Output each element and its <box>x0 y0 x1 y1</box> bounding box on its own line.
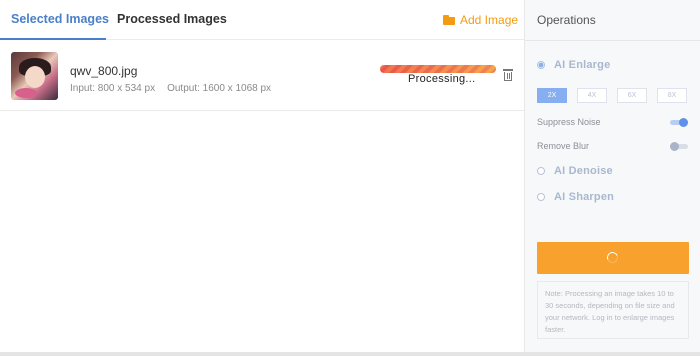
operations-title: Operations <box>537 13 596 27</box>
tab-selected-images[interactable]: Selected Images <box>11 12 109 26</box>
image-tabs: Selected Images Processed Images Add Ima… <box>0 0 524 40</box>
add-image-label: Add Image <box>460 13 519 27</box>
ai-enlarge-radio[interactable] <box>537 61 545 69</box>
scale-2x-button[interactable]: 2X <box>537 88 567 103</box>
add-image-button[interactable]: Add Image <box>443 11 518 29</box>
processing-progress-bar <box>380 65 496 73</box>
ai-denoise-label[interactable]: AI Denoise <box>554 165 613 177</box>
ai-denoise-radio[interactable] <box>537 167 545 175</box>
ai-enlarge-label[interactable]: AI Enlarge <box>554 59 610 71</box>
image-row: qwv_800.jpg Input: 800 x 534 px Output: 1… <box>0 41 524 111</box>
loading-spinner-icon <box>605 250 620 265</box>
processing-status: Processing... <box>408 73 476 85</box>
suppress-noise-toggle[interactable] <box>670 118 688 127</box>
processing-note: Note: Processing an image takes 10 to 30… <box>537 281 689 339</box>
ai-sharpen-label[interactable]: AI Sharpen <box>554 191 614 203</box>
tab-processed-images[interactable]: Processed Images <box>117 12 227 26</box>
folder-icon <box>443 15 455 25</box>
ai-sharpen-radio[interactable] <box>537 193 545 201</box>
progress-fill <box>380 65 496 73</box>
trash-icon[interactable] <box>503 69 513 81</box>
start-processing-button[interactable] <box>537 242 689 274</box>
scale-6x-button[interactable]: 6X <box>617 88 647 103</box>
image-filename: qwv_800.jpg <box>70 64 138 78</box>
remove-blur-toggle[interactable] <box>670 142 688 151</box>
suppress-noise-label: Suppress Noise <box>537 117 601 127</box>
operations-divider <box>525 40 700 41</box>
remove-blur-label: Remove Blur <box>537 141 590 151</box>
active-tab-indicator <box>0 38 106 40</box>
operations-panel: Operations AI Enlarge 2X 4X 6X 8X Suppre… <box>525 0 700 352</box>
scale-8x-button[interactable]: 8X <box>657 88 687 103</box>
scale-4x-button[interactable]: 4X <box>577 88 607 103</box>
input-size: Input: 800 x 534 px <box>70 83 156 94</box>
image-dimensions: Input: 800 x 534 px Output: 1600 x 1068 p… <box>70 83 271 94</box>
output-size: Output: 1600 x 1068 px <box>167 83 272 94</box>
bottom-scrollbar[interactable] <box>0 352 700 356</box>
image-list-panel: Selected Images Processed Images Add Ima… <box>0 0 524 352</box>
image-thumbnail <box>11 52 58 100</box>
